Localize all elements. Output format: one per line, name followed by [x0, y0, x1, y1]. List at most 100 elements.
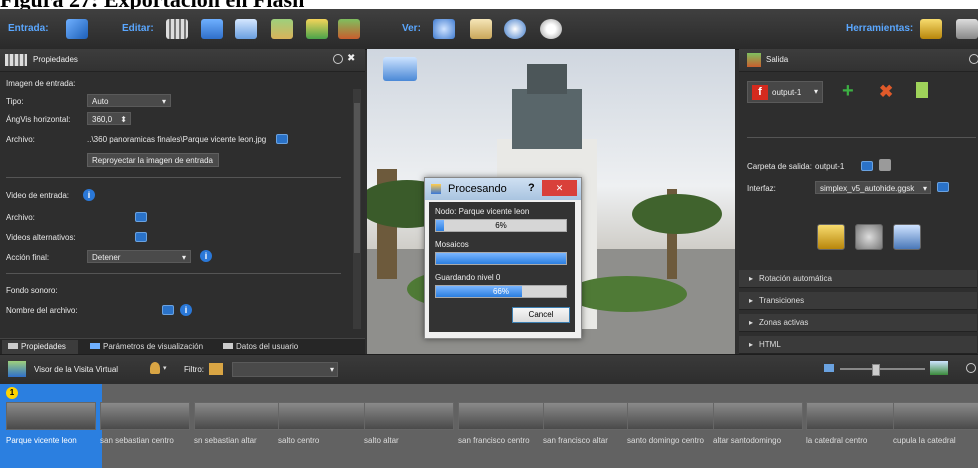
thumbnail-label: santo domingo centro	[627, 436, 704, 445]
thumbnail-label: altar santodomingo	[713, 436, 782, 445]
thumbnail-item[interactable]: salto altar	[358, 384, 458, 468]
browse-video-icon[interactable]	[135, 212, 147, 222]
mosaicos-progress-bar	[435, 252, 567, 265]
output-flag-icon[interactable]	[338, 19, 360, 39]
thumbnail-label: sn sebastian altar	[194, 436, 257, 445]
accion-final-label: Acción final:	[6, 253, 50, 262]
thumbnail-image	[806, 402, 896, 430]
tools-star-icon[interactable]	[920, 19, 942, 39]
browse-folder-icon[interactable]	[861, 161, 873, 171]
video-archivo-label: Archivo:	[6, 213, 35, 222]
thumbnail-item[interactable]: altar santodomingo	[707, 384, 807, 468]
sound-icon[interactable]	[306, 19, 328, 39]
tour-thumbnail-strip: Parque vicente leon 1 san sebastian centro…	[0, 384, 978, 468]
reproyectar-button[interactable]: Reproyectar la imagen de entrada	[87, 153, 219, 167]
editar-label: Editar:	[122, 23, 154, 34]
start-node-badge: 1	[6, 387, 18, 399]
close-panel-icon[interactable]: ✖	[347, 53, 355, 64]
delete-output-icon[interactable]: ✖	[879, 82, 893, 102]
binoculars-icon[interactable]	[433, 19, 455, 39]
thumbnail-item[interactable]: cupula la catedral	[887, 384, 978, 468]
thumbnail-item[interactable]: salto centro	[272, 384, 372, 468]
mosaicos-label: Mosaicos	[435, 240, 469, 249]
browse-alt-video-icon[interactable]	[135, 232, 147, 242]
preview-monitor-icon[interactable]	[893, 224, 921, 250]
edit-skin-icon[interactable]	[937, 182, 949, 192]
hotspot-marker-icon[interactable]	[383, 57, 417, 81]
thumbnail-label: Parque vicente leon	[6, 436, 77, 445]
info-icon[interactable]: i	[200, 250, 212, 262]
undock-icon[interactable]	[969, 54, 978, 64]
close-button[interactable]: ✕	[542, 180, 577, 196]
flash-icon: f	[752, 85, 768, 100]
zoom-out-icon[interactable]	[824, 364, 834, 372]
tipo-select[interactable]: Auto ▾	[87, 94, 171, 107]
accordion-zonas-activas[interactable]: ▸ Zonas activas	[739, 314, 977, 332]
tools-wrench-icon[interactable]	[956, 19, 978, 39]
eye-icon[interactable]	[540, 19, 562, 39]
accordion-transiciones[interactable]: ▸ Transiciones	[739, 292, 977, 310]
thumbnail-image	[893, 402, 978, 430]
thumbnail-size-slider[interactable]	[840, 364, 925, 376]
main-toolbar: Entrada: Editar: Ver: Herramientas:	[0, 9, 978, 50]
hotspot-icon[interactable]	[201, 19, 223, 39]
undock-icon[interactable]	[966, 363, 976, 373]
browse-file-icon[interactable]	[276, 134, 288, 144]
filter-pencil-icon[interactable]	[209, 363, 223, 375]
separator	[6, 273, 341, 274]
interfaz-select[interactable]: simplex_v5_autohide.ggsk ▾	[815, 181, 931, 194]
zoom-in-icon[interactable]	[930, 361, 948, 375]
trash-icon[interactable]	[879, 159, 891, 171]
angvis-label: ÁngVis horizontal:	[6, 115, 71, 124]
help-button[interactable]: ?	[528, 182, 535, 194]
thumbnail-item[interactable]: santo domingo centro	[621, 384, 721, 468]
user-data-icon[interactable]	[235, 19, 257, 39]
thumbnail-image	[6, 402, 96, 430]
filmstrip-icon[interactable]	[166, 19, 188, 39]
thumbnail-item[interactable]: la catedral centro	[800, 384, 900, 468]
accion-final-select[interactable]: Detener ▾	[87, 250, 191, 263]
procesando-dialog: Procesando ? ✕ Nodo: Parque vicente leon…	[424, 177, 582, 339]
thumbnail-image	[458, 402, 548, 430]
browse-sound-icon[interactable]	[162, 305, 174, 315]
compass-icon[interactable]	[504, 19, 526, 39]
output-format-select[interactable]: f output-1 ▾	[747, 81, 823, 103]
clipboard-icon[interactable]	[470, 19, 492, 39]
guardando-progress-bar: 66%	[435, 285, 567, 298]
output-icon	[747, 53, 761, 67]
node-progress-bar: 6%	[435, 219, 567, 232]
document-figure-caption: Figura 27: Exportación en Flash	[0, 0, 978, 9]
output-panel: Salida f output-1 ▾ + ✖ Carpeta de salid…	[739, 49, 978, 354]
undock-icon[interactable]	[333, 54, 343, 64]
properties-icon	[5, 54, 27, 66]
settings-gear-icon[interactable]	[855, 224, 883, 250]
tipo-label: Tipo:	[6, 97, 24, 106]
filter-select[interactable]: ▾	[232, 362, 338, 377]
tour-map-icon[interactable]	[271, 19, 293, 39]
accordion-rotacion-automatica[interactable]: ▸ Rotación automática	[739, 270, 977, 288]
new-document-icon[interactable]	[916, 82, 928, 98]
thumbnail-item[interactable]: san sebastian centro	[94, 384, 194, 468]
tab-parametros-visualizacion[interactable]: Parámetros de visualización	[86, 340, 220, 354]
thumbnail-image	[364, 402, 454, 430]
thumbnail-item[interactable]: Parque vicente leon 1	[0, 384, 102, 468]
skin-editor-icon[interactable]	[817, 224, 845, 250]
tab-propiedades[interactable]: Propiedades	[2, 340, 78, 354]
imagen-entrada-heading: Imagen de entrada:	[6, 79, 76, 88]
tab-datos-usuario[interactable]: Datos del usuario	[220, 340, 310, 354]
add-output-icon[interactable]: +	[842, 80, 854, 103]
info-icon[interactable]: i	[180, 304, 192, 316]
thumbnail-image	[100, 402, 190, 430]
import-panorama-icon[interactable]	[66, 19, 88, 39]
angvis-spinbox[interactable]: 360,0 ⬍	[87, 112, 131, 125]
properties-header: Propiedades ✖	[0, 49, 365, 72]
user-dropdown-icon[interactable]	[150, 362, 160, 374]
thumbnail-image	[278, 402, 368, 430]
nombre-archivo-label: Nombre del archivo:	[6, 306, 78, 315]
info-icon[interactable]: i	[83, 189, 95, 201]
properties-scrollbar[interactable]	[353, 89, 361, 329]
carpeta-salida-value: output-1	[815, 162, 845, 171]
cancel-button[interactable]: Cancel	[512, 307, 570, 323]
tour-browser-icon	[8, 361, 26, 377]
accordion-html[interactable]: ▸ HTML	[739, 336, 977, 354]
